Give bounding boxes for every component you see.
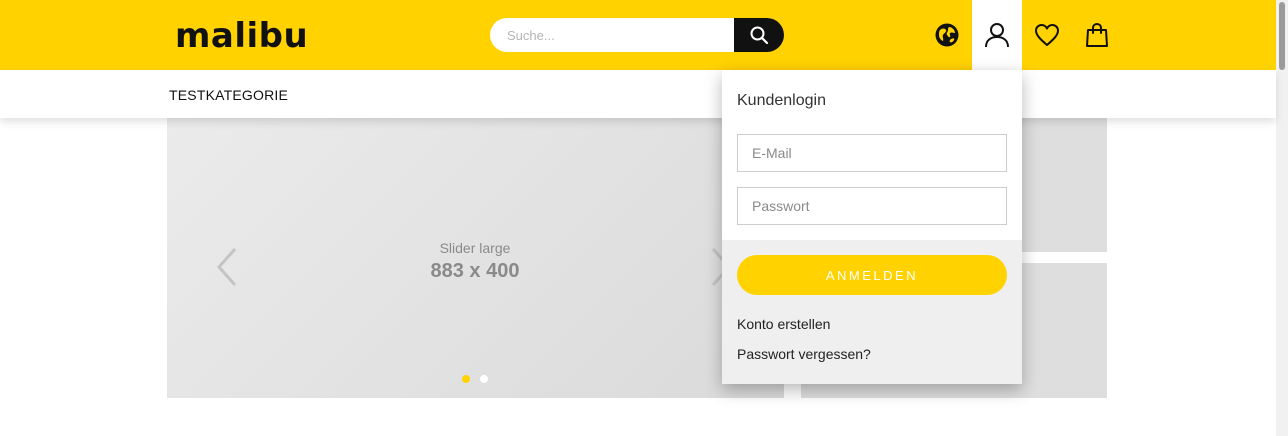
slider-subtitle: Slider large (439, 240, 511, 256)
email-field[interactable] (737, 134, 1007, 172)
wishlist-button[interactable] (1022, 0, 1072, 70)
slider-dot[interactable] (462, 375, 470, 383)
user-icon (985, 23, 1009, 48)
create-account-link[interactable]: Konto erstellen (737, 316, 830, 332)
main-nav: TESTKATEGORIE (0, 70, 1276, 118)
slider-dot[interactable] (480, 375, 488, 383)
login-title: Kundenlogin (737, 92, 826, 109)
login-dropdown: Kundenlogin ANMELDEN Konto erstellen Pas… (722, 70, 1022, 384)
search-button[interactable] (734, 18, 784, 52)
cart-button[interactable] (1072, 0, 1122, 70)
heart-icon (1035, 24, 1059, 46)
login-footer: ANMELDEN Konto erstellen Passwort verges… (722, 240, 1022, 384)
language-button[interactable] (922, 0, 972, 70)
forgot-password-link[interactable]: Passwort vergessen? (737, 346, 871, 362)
hero-slider: Slider large 883 x 400 (167, 118, 784, 398)
login-button[interactable]: ANMELDEN (737, 255, 1007, 295)
search-input[interactable] (490, 18, 734, 52)
page-scrollbar[interactable] (1276, 0, 1288, 436)
slider-size-label: 883 x 400 (430, 260, 520, 282)
shopping-bag-icon (1086, 22, 1108, 47)
header: malibu (0, 0, 1276, 70)
slider-caption: Slider large 883 x 400 (167, 240, 783, 284)
search-bar (490, 18, 784, 52)
search-icon (750, 26, 769, 45)
account-button[interactable] (972, 0, 1022, 70)
nav-item-testkategorie[interactable]: TESTKATEGORIE (169, 87, 288, 103)
logo[interactable]: malibu (175, 16, 308, 56)
password-field[interactable] (737, 187, 1007, 225)
globe-icon (935, 23, 959, 47)
scrollbar-thumb[interactable] (1279, 2, 1285, 70)
